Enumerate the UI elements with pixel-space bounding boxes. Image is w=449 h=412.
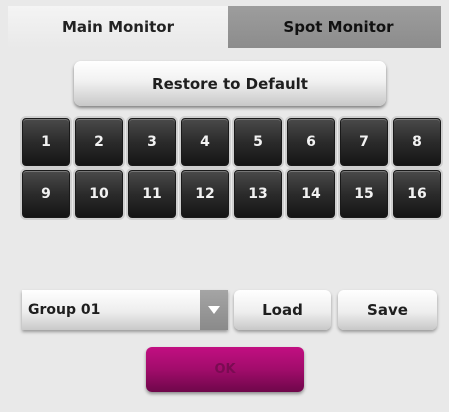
ok-button-label: OK: [214, 362, 236, 377]
load-button[interactable]: Load: [234, 290, 331, 330]
monitor-settings-panel: Main Monitor Spot Monitor Restore to Def…: [0, 0, 449, 412]
channel-button[interactable]: 8: [393, 118, 441, 166]
channel-button[interactable]: 2: [75, 118, 123, 166]
channel-grid: 1 2 3 4 5 6 7 8 9 10 11 12 13 14 15 16: [22, 118, 441, 218]
tab-main-monitor[interactable]: Main Monitor: [8, 6, 228, 48]
channel-button[interactable]: 3: [128, 118, 176, 166]
channel-button[interactable]: 6: [287, 118, 335, 166]
restore-default-button[interactable]: Restore to Default: [74, 61, 386, 106]
channel-button[interactable]: 1: [22, 118, 70, 166]
channel-button[interactable]: 13: [234, 170, 282, 218]
ok-button[interactable]: OK: [146, 347, 304, 392]
restore-default-label: Restore to Default: [152, 74, 308, 93]
group-select-value: Group 01: [28, 302, 101, 318]
save-button-label: Save: [367, 301, 408, 319]
channel-button[interactable]: 7: [340, 118, 388, 166]
tab-spot-monitor[interactable]: Spot Monitor: [228, 6, 441, 48]
save-button[interactable]: Save: [338, 290, 437, 330]
channel-button[interactable]: 5: [234, 118, 282, 166]
channel-button[interactable]: 12: [181, 170, 229, 218]
group-select[interactable]: Group 01: [22, 290, 228, 330]
channel-button[interactable]: 9: [22, 170, 70, 218]
channel-button[interactable]: 14: [287, 170, 335, 218]
channel-button[interactable]: 4: [181, 118, 229, 166]
tab-main-monitor-label: Main Monitor: [61, 18, 175, 36]
channel-button[interactable]: 11: [128, 170, 176, 218]
load-button-label: Load: [262, 301, 303, 319]
triangle-down-icon[interactable]: [200, 290, 228, 330]
channel-button[interactable]: 16: [393, 170, 441, 218]
tab-spot-monitor-label: Spot Monitor: [283, 18, 394, 36]
channel-button[interactable]: 10: [75, 170, 123, 218]
channel-button[interactable]: 15: [340, 170, 388, 218]
